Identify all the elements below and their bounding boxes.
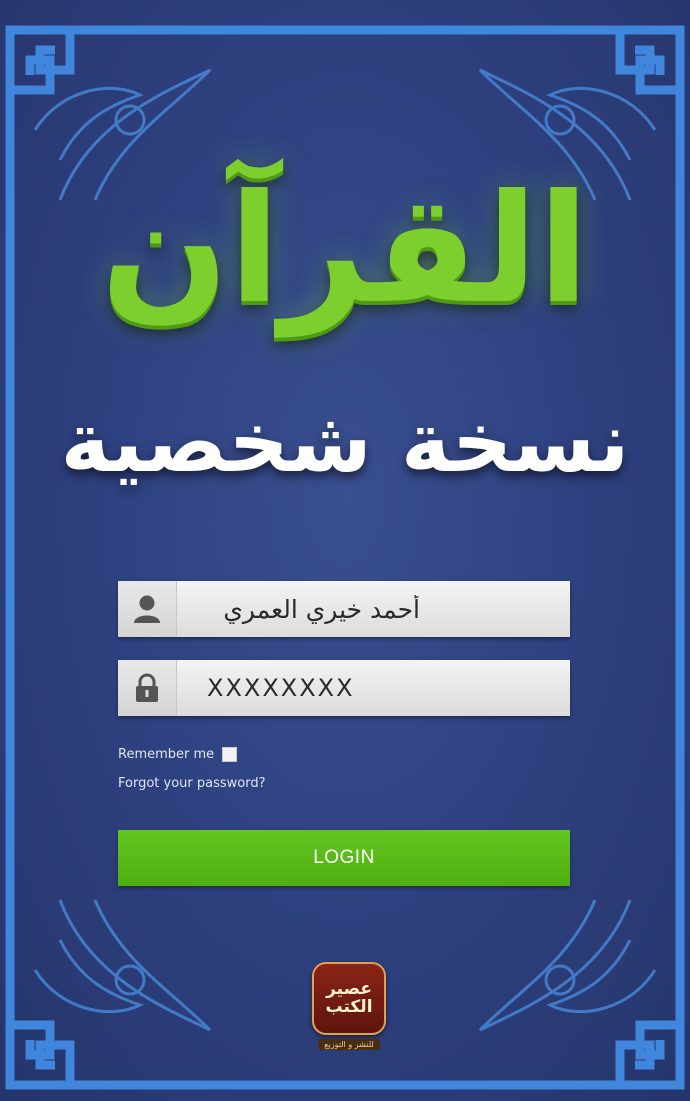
remember-me-checkbox[interactable] [222, 747, 238, 762]
app-subtitle: نسخة شخصية [60, 393, 630, 491]
publisher-logo: عصير الكتب للنشر و التوزيع [312, 962, 386, 1050]
password-value[interactable]: XXXXXXXX [177, 674, 570, 702]
publisher-badge: عصير الكتب [312, 962, 386, 1035]
forgot-password-link[interactable]: Forgot your password? [118, 776, 266, 791]
app-title: القرآن [100, 163, 590, 337]
username-value[interactable]: أحمد خيري العمري [177, 595, 570, 624]
publisher-tagline: للنشر و التوزيع [318, 1039, 380, 1050]
publisher-name-line2: الكتب [325, 996, 373, 1017]
remember-me-label: Remember me [118, 747, 215, 762]
login-button[interactable]: LOGIN [118, 830, 570, 886]
login-screen: القرآن نسخة شخصية أحمد خيري العمري XXXXX… [0, 0, 690, 1101]
password-field[interactable]: XXXXXXXX [118, 660, 570, 716]
publisher-name-line1: عصير [326, 978, 372, 999]
user-icon [118, 581, 177, 637]
lock-icon [118, 660, 177, 716]
remember-me[interactable]: Remember me [118, 747, 238, 762]
username-field[interactable]: أحمد خيري العمري [118, 581, 570, 637]
